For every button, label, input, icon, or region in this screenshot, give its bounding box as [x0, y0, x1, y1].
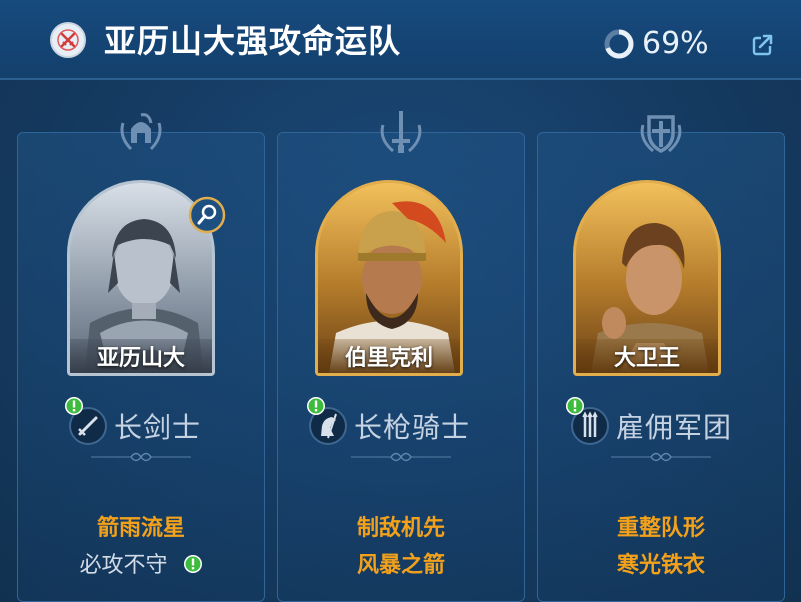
skill-name[interactable]: 寒光铁衣	[537, 551, 785, 581]
shield-laurel-icon	[640, 115, 682, 153]
commander-name: 大卫王	[576, 339, 718, 373]
skill-name-row[interactable]: 必攻不守	[17, 551, 265, 581]
alert-icon[interactable]	[306, 396, 326, 416]
commander-name: 亚历山大	[70, 339, 212, 373]
skill-name[interactable]: 制敌机先	[277, 514, 525, 544]
crossed-swords-icon[interactable]	[50, 22, 86, 58]
skill-name[interactable]: 箭雨流星	[17, 514, 265, 544]
troop-type-label: 长枪骑士	[354, 411, 471, 444]
ornament-divider	[351, 452, 451, 462]
skill-name[interactable]: 风暴之箭	[277, 551, 525, 581]
alert-icon[interactable]	[183, 554, 203, 574]
troop-type-row-3[interactable]: 雇佣军团	[570, 404, 732, 448]
helmet-laurel-icon	[120, 113, 162, 151]
progress-ring-icon	[604, 29, 634, 59]
progress-percent: 69%	[642, 26, 709, 61]
troop-type-row-1[interactable]: 长剑士	[68, 404, 201, 448]
ornament-divider	[91, 452, 191, 462]
commander-name: 伯里克利	[318, 339, 460, 373]
team-name: 亚历山大强攻命运队	[104, 22, 402, 60]
troop-type-label: 长剑士	[114, 411, 202, 444]
ornament-divider	[611, 452, 711, 462]
troop-type-row-2[interactable]: 长枪骑士	[308, 404, 470, 448]
sword-laurel-icon	[380, 111, 422, 153]
team-header: 亚历山大强攻命运队 69%	[0, 0, 801, 80]
commander-portrait-2[interactable]: 伯里克利	[315, 180, 463, 376]
troop-type-label: 雇佣军团	[616, 411, 733, 444]
alert-icon[interactable]	[565, 396, 585, 416]
skill-name: 必攻不守	[79, 553, 168, 578]
share-export-icon[interactable]	[750, 32, 776, 58]
alert-icon[interactable]	[64, 396, 84, 416]
commander-portrait-3[interactable]: 大卫王	[573, 180, 721, 376]
skill-name[interactable]: 重整队形	[537, 514, 785, 544]
magnify-icon[interactable]	[188, 196, 226, 234]
